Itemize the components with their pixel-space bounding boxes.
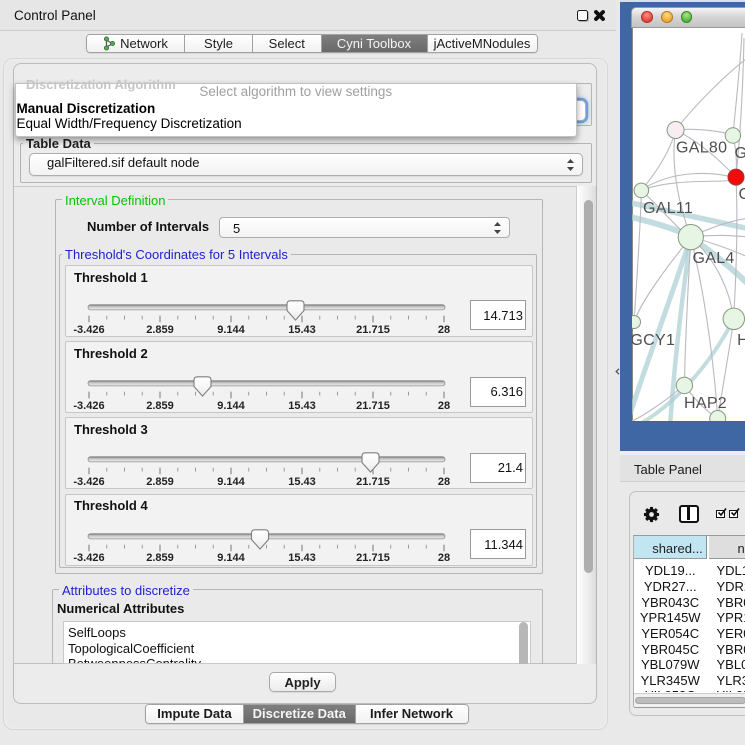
svg-text:GA: GA bbox=[735, 145, 745, 162]
svg-text:GCY1: GCY1 bbox=[632, 332, 675, 349]
svg-text:GAL4: GAL4 bbox=[693, 250, 735, 267]
svg-text:HIS: HIS bbox=[737, 332, 745, 349]
svg-text:GAL11: GAL11 bbox=[643, 199, 693, 216]
svg-text:HAP2: HAP2 bbox=[684, 395, 727, 412]
svg-text:GAL80: GAL80 bbox=[676, 139, 727, 156]
svg-text:CD: CD bbox=[739, 186, 745, 203]
